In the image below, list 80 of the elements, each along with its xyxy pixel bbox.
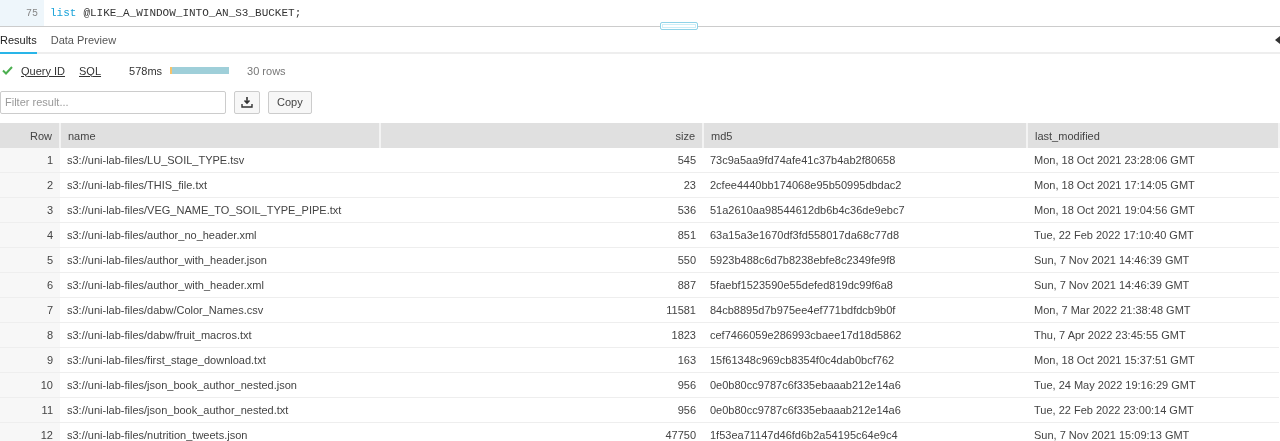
- table-cell: Tue, 22 Feb 2022 23:00:14 GMT: [1027, 397, 1279, 423]
- column-header[interactable]: name: [60, 123, 380, 148]
- table-cell: Sun, 7 Nov 2021 14:46:39 GMT: [1027, 272, 1279, 298]
- table-cell: s3://uni-lab-files/LU_SOIL_TYPE.tsv: [60, 148, 380, 173]
- table-cell: 1823: [380, 322, 703, 348]
- table-cell: s3://uni-lab-files/author_with_header.xml: [60, 272, 380, 298]
- copy-button[interactable]: Copy: [268, 90, 312, 114]
- table-cell: 3: [0, 197, 60, 223]
- table-cell: 73c9a5aa9fd74afe41c37b4ab2f80658: [703, 148, 1027, 173]
- table-cell: Tue, 24 May 2022 19:16:29 GMT: [1027, 372, 1279, 398]
- table-cell: 163: [380, 347, 703, 373]
- table-cell: Sun, 7 Nov 2021 14:46:39 GMT: [1027, 247, 1279, 273]
- table-cell: 9: [0, 347, 60, 373]
- table-cell: 5923b488c6d7b8238ebfe8c2349fe9f8: [703, 247, 1027, 273]
- table-cell: s3://uni-lab-files/author_no_header.xml: [60, 222, 380, 248]
- table-cell: s3://uni-lab-files/THIS_file.txt: [60, 172, 380, 198]
- table-cell: 0e0b80cc9787c6f335ebaaab212e14a6: [703, 397, 1027, 423]
- table-cell: 7: [0, 297, 60, 323]
- table-cell: 550: [380, 247, 703, 273]
- line-number: 75: [26, 7, 38, 19]
- column-header[interactable]: last_modified: [1027, 123, 1279, 148]
- table-cell: 51a2610aa98544612db6b4c36de9ebc7: [703, 197, 1027, 223]
- table-cell: s3://uni-lab-files/VEG_NAME_TO_SOIL_TYPE_PIPE.txt: [60, 197, 380, 223]
- table-cell: 2: [0, 172, 60, 198]
- code-token: @LIKE_A_WINDOW_INTO_AN_S3_BUCKET;: [83, 7, 302, 19]
- table-cell: 11: [0, 397, 60, 423]
- table-cell: 1: [0, 148, 60, 173]
- row-count: 30 rows: [247, 64, 286, 77]
- table-cell: Mon, 18 Oct 2021 15:37:51 GMT: [1027, 347, 1279, 373]
- table-cell: cef7466059e286993cbaee17d18d5862: [703, 322, 1027, 348]
- table-cell: Mon, 18 Oct 2021 23:28:06 GMT: [1027, 148, 1279, 173]
- table-cell: 545: [380, 148, 703, 173]
- duration: 578ms: [129, 64, 163, 77]
- table-cell: 23: [380, 172, 703, 198]
- table-cell: 956: [380, 397, 703, 423]
- table-cell: s3://uni-lab-files/dabw/Color_Names.csv: [60, 297, 380, 323]
- column-header[interactable]: Row: [0, 123, 60, 148]
- table-cell: Mon, 18 Oct 2021 19:04:56 GMT: [1027, 197, 1279, 223]
- table-cell: 15f61348c969cb8354f0c4dab0bcf762: [703, 347, 1027, 373]
- table-cell: Thu, 7 Apr 2022 23:45:55 GMT: [1027, 322, 1279, 348]
- timing-bar: [170, 67, 230, 74]
- column-header[interactable]: size: [380, 123, 703, 148]
- tab[interactable]: Results: [0, 28, 37, 54]
- table-cell: 851: [380, 222, 703, 248]
- table-cell: s3://uni-lab-files/dabw/fruit_macros.txt: [60, 322, 380, 348]
- table-cell: Sun, 7 Nov 2021 15:09:13 GMT: [1027, 422, 1279, 441]
- download-button[interactable]: [234, 90, 260, 114]
- sql-link[interactable]: SQL: [79, 64, 102, 77]
- table-cell: 887: [380, 272, 703, 298]
- table-cell: Mon, 7 Mar 2022 21:38:48 GMT: [1027, 297, 1279, 323]
- table-cell: s3://uni-lab-files/nutrition_tweets.json: [60, 422, 380, 441]
- table-cell: 47750: [380, 422, 703, 441]
- caret-icon[interactable]: [1275, 36, 1280, 44]
- table-cell: 0e0b80cc9787c6f335ebaaab212e14a6: [703, 372, 1027, 398]
- tab[interactable]: Data Preview: [50, 28, 117, 54]
- table-cell: 10: [0, 372, 60, 398]
- table-cell: 5: [0, 247, 60, 273]
- table-cell: s3://uni-lab-files/author_with_header.json: [60, 247, 380, 273]
- table-cell: 956: [380, 372, 703, 398]
- table-cell: 4: [0, 222, 60, 248]
- table-cell: s3://uni-lab-files/json_book_author_nested.txt: [60, 397, 380, 423]
- table-cell: 63a15a3e1670df3fd558017da68c77d8: [703, 222, 1027, 248]
- table-cell: 11581: [380, 297, 703, 323]
- table-cell: 84cb8895d7b975ee4ef771bdfdcb9b0f: [703, 297, 1027, 323]
- table-cell: 1f53ea71147d46fd6b2a54195c64e9c4: [703, 422, 1027, 441]
- code-token: list: [50, 7, 77, 19]
- table-cell: Mon, 18 Oct 2021 17:14:05 GMT: [1027, 172, 1279, 198]
- table-cell: s3://uni-lab-files/first_stage_download.txt: [60, 347, 380, 373]
- query-id-link[interactable]: Query ID: [21, 64, 65, 77]
- table-cell: 6: [0, 272, 60, 298]
- table-cell: 5faebf1523590e55defed819dc99f6a8: [703, 272, 1027, 298]
- download-icon: [241, 96, 253, 108]
- resize-handle[interactable]: [660, 22, 698, 30]
- table-cell: s3://uni-lab-files/json_book_author_nested.json: [60, 372, 380, 398]
- table-cell: Tue, 22 Feb 2022 17:10:40 GMT: [1027, 222, 1279, 248]
- table-cell: 536: [380, 197, 703, 223]
- filter-field[interactable]: Filter result...: [0, 90, 226, 114]
- table-cell: 8: [0, 322, 60, 348]
- table-cell: 2cfee4440bb174068e95b50995dbdac2: [703, 172, 1027, 198]
- column-header[interactable]: md5: [703, 123, 1027, 148]
